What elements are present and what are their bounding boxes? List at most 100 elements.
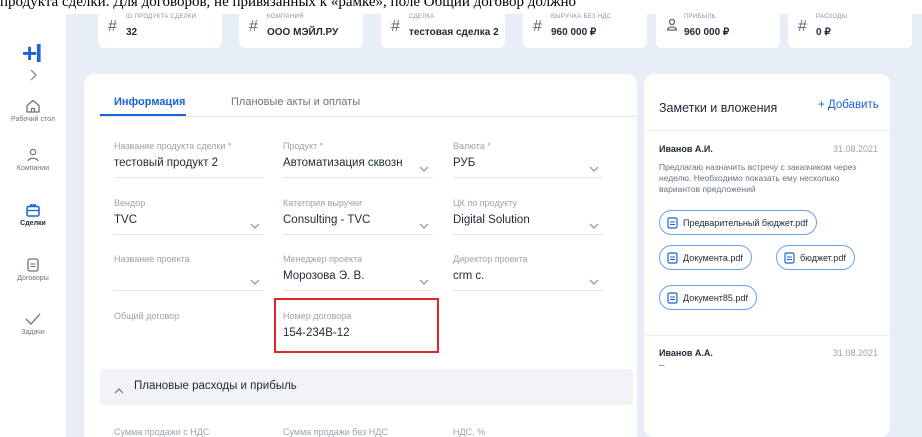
- nav-item-dashboard[interactable]: Рабочий стол: [0, 98, 66, 123]
- note-date: 31.08.2021: [832, 144, 878, 154]
- nav-label: Задачи: [21, 329, 45, 336]
- metric-deal: # СДЕЛКА тестовая сделка 2: [381, 10, 505, 48]
- nav-item-contracts[interactable]: Договоры: [0, 257, 66, 282]
- chevron-down-icon[interactable]: [589, 216, 599, 234]
- field-value[interactable]: TVC: [114, 214, 242, 226]
- field-label: Название продукта сделки *: [114, 141, 232, 151]
- field-label: Директор проекта: [453, 254, 528, 264]
- divider: [644, 130, 890, 131]
- nav-item-companies[interactable]: Компании: [0, 147, 66, 172]
- note-author: Иванов А.И.: [659, 144, 713, 154]
- revenue-category-select[interactable]: Категория выручки Consulting - TVC: [283, 198, 433, 242]
- vendor-select[interactable]: Вендор TVC: [114, 198, 264, 242]
- nav-label: Рабочий стол: [11, 116, 55, 123]
- chevron-down-icon[interactable]: [419, 272, 429, 290]
- planned-costs-section-header[interactable]: Плановые расходы и прибыль: [100, 369, 633, 405]
- metric-expenses: # РАСХОДЫ 0 ₽: [788, 10, 912, 48]
- chevron-right-icon[interactable]: [28, 68, 38, 84]
- document-icon: [27, 258, 39, 272]
- field-label: ЦК по продукту: [453, 198, 517, 208]
- metric-value: 960 000 ₽: [684, 27, 730, 38]
- hash-icon: #: [391, 18, 400, 35]
- nav-label: Сделки: [20, 220, 46, 227]
- divider: [100, 116, 637, 117]
- nav-item-deals[interactable]: Сделки: [0, 202, 66, 227]
- hash-icon: #: [108, 18, 117, 35]
- divider: [644, 335, 890, 336]
- main-content: # ID ПРОДУКТА СДЕЛКИ 32 # КОМПАНИЯ ООО М…: [66, 10, 922, 437]
- attachment-chip[interactable]: бюджет.pdf: [776, 245, 855, 270]
- metric-product-id: # ID ПРОДУКТА СДЕЛКИ 32: [98, 10, 222, 48]
- project-director-select[interactable]: Директор проекта crm c.: [453, 254, 603, 298]
- metric-label: ПРИБЫЛЬ: [684, 14, 716, 20]
- nav-label: Договоры: [17, 275, 49, 282]
- notes-title: Заметки и вложения: [659, 101, 778, 115]
- attachment-name: Предварительный бюджет.pdf: [683, 217, 808, 228]
- attachment-name: бюджет.pdf: [800, 252, 846, 263]
- hash-icon: #: [533, 18, 542, 35]
- field-label: Общий договор: [114, 311, 180, 321]
- field-value[interactable]: Consulting - TVC: [283, 214, 411, 226]
- metric-value: 960 000 ₽: [551, 27, 597, 38]
- add-note-button[interactable]: + Добавить: [818, 99, 879, 111]
- attachment-name: Документа.pdf: [683, 252, 743, 263]
- product-name-field[interactable]: Название продукта сделки * тестовый прод…: [114, 141, 264, 185]
- metric-label: КОМПАНИЯ: [267, 14, 304, 20]
- metric-label: РАСХОДЫ: [816, 14, 848, 20]
- note-text: –: [659, 360, 665, 371]
- field-value[interactable]: crm c.: [453, 270, 581, 282]
- chevron-down-icon[interactable]: [589, 272, 599, 290]
- metric-label: ВЫРУЧКА БЕЗ НДС: [551, 14, 612, 20]
- file-icon: [667, 251, 678, 264]
- field-value[interactable]: Автоматизация сквозн: [283, 157, 411, 169]
- tab-planned-acts[interactable]: Плановые акты и оплаты: [231, 96, 360, 108]
- nav-item-tasks[interactable]: Задачи: [0, 311, 66, 336]
- metric-label: ID ПРОДУКТА СДЕЛКИ: [126, 14, 197, 20]
- attachment-name: Документ85.pdf: [683, 292, 748, 303]
- sale-amount-vat-label: Сумма продажи с НДС: [114, 427, 210, 437]
- attachment-chip[interactable]: Предварительный бюджет.pdf: [659, 210, 817, 235]
- nav-label: Компании: [16, 165, 50, 172]
- product-cc-select[interactable]: ЦК по продукту Digital Solution: [453, 198, 603, 242]
- field-value[interactable]: РУБ: [453, 157, 581, 169]
- file-icon: [667, 291, 678, 304]
- section-title: Плановые расходы и прибыль: [134, 380, 297, 392]
- tab-information[interactable]: Информация: [114, 96, 185, 108]
- metric-profit: ПРИБЫЛЬ 960 000 ₽: [656, 10, 780, 48]
- currency-select[interactable]: Валюта * РУБ: [453, 141, 603, 185]
- home-icon: [26, 99, 40, 113]
- sidebar: +I Рабочий стол Компании Сделки Договоры…: [0, 14, 66, 437]
- file-icon: [667, 216, 678, 229]
- field-value[interactable]: Digital Solution: [453, 214, 581, 226]
- product-select[interactable]: Продукт * Автоматизация сквозн: [283, 141, 433, 185]
- chevron-up-icon[interactable]: [114, 381, 124, 399]
- person-icon: [666, 18, 678, 37]
- field-label: Валюта *: [453, 141, 491, 151]
- chevron-down-icon[interactable]: [250, 272, 260, 290]
- notes-card: Заметки и вложения + Добавить Иванов А.И…: [644, 74, 890, 437]
- file-icon: [784, 251, 795, 264]
- attachment-chip[interactable]: Документ85.pdf: [659, 285, 757, 310]
- chevron-down-icon[interactable]: [419, 216, 429, 234]
- chevron-down-icon[interactable]: [419, 159, 429, 177]
- project-name-select[interactable]: Название проекта: [114, 254, 264, 298]
- metric-value: ООО МЭЙЛ.РУ: [267, 27, 339, 38]
- check-icon: [25, 313, 41, 325]
- project-manager-select[interactable]: Менеджер проекта Морозова Э. В.: [283, 254, 433, 298]
- hash-icon: #: [798, 18, 807, 35]
- field-value[interactable]: Морозова Э. В.: [283, 270, 411, 282]
- chevron-down-icon[interactable]: [250, 216, 260, 234]
- note-date: 31.08.2021: [832, 348, 878, 358]
- field-label: Вендор: [114, 198, 146, 208]
- field-value[interactable]: тестовый продукт 2: [114, 157, 242, 169]
- sale-amount-no-vat-label: Сумма продажи без НДС: [283, 427, 388, 437]
- attachment-chip[interactable]: Документа.pdf: [659, 245, 752, 270]
- field-label: Категория выручки: [283, 198, 362, 208]
- users-icon: [27, 148, 39, 162]
- app-logo[interactable]: +I: [22, 38, 42, 69]
- field-label: Менеджер проекта: [283, 254, 363, 264]
- metrics-bar: # ID ПРОДУКТА СДЕЛКИ 32 # КОМПАНИЯ ООО М…: [84, 10, 922, 51]
- metric-revenue: # ВЫРУЧКА БЕЗ НДС 960 000 ₽: [523, 10, 647, 48]
- general-contract-field[interactable]: Общий договор: [114, 311, 264, 355]
- chevron-down-icon[interactable]: [589, 159, 599, 177]
